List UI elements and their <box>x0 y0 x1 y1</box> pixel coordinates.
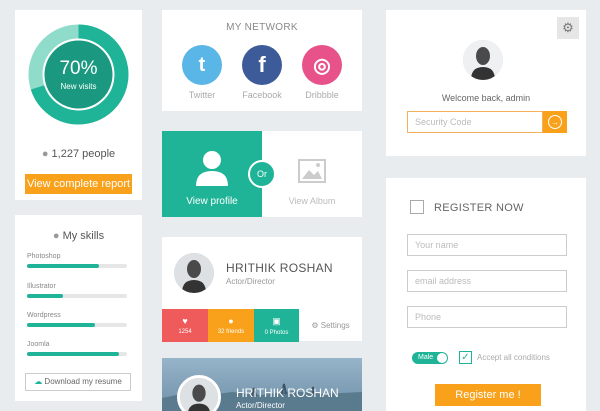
toggle-knob <box>437 353 447 363</box>
friends-stat[interactable]: ● 32 friends <box>208 309 254 342</box>
name-field[interactable]: Your name <box>407 234 567 256</box>
edit-icon <box>410 200 424 214</box>
profile-banner-card: HRITHIK ROSHAN Actor/Director <box>162 358 362 411</box>
people-count: ● 1,227 people <box>15 148 142 160</box>
login-card: ⚙ Welcome back, admin Security Code → <box>386 10 586 156</box>
photos-stat[interactable]: ▣ 0 Photos <box>254 309 299 342</box>
visits-subtitle: New visits <box>60 82 97 91</box>
avatar <box>463 40 503 80</box>
portrait-icon <box>174 253 214 293</box>
settings-label: Settings <box>320 321 350 330</box>
skill-bar-fill <box>27 294 63 298</box>
facebook-icon: f <box>242 45 282 85</box>
download-resume-label: Download my resume <box>44 377 122 386</box>
profile-role: Actor/Director <box>226 277 275 286</box>
heart-icon: ♥ <box>182 316 188 326</box>
network-facebook[interactable]: f Facebook <box>239 45 285 100</box>
skill-name: Joomla <box>27 341 50 348</box>
banner-name: HRITHIK ROSHAN <box>236 386 339 400</box>
skill-illustrator: Illustrator <box>27 283 127 298</box>
image-icon <box>298 159 326 183</box>
skill-bar <box>27 264 127 268</box>
profile-name: HRITHIK ROSHAN <box>226 261 333 275</box>
skill-name: Illustrator <box>27 283 56 290</box>
view-report-button[interactable]: View complete report <box>25 174 132 194</box>
accept-label: Accept all conditions <box>477 353 550 362</box>
user-icon: ● <box>228 316 234 326</box>
or-badge: Or <box>248 160 276 188</box>
portrait-icon <box>463 40 503 80</box>
gear-icon[interactable]: ⚙ <box>557 17 579 39</box>
accept-checkbox[interactable]: ✓ <box>459 351 472 364</box>
skill-name: Photoshop <box>27 253 61 260</box>
skills-title-text: My skills <box>62 230 105 242</box>
network-label: Twitter <box>188 90 216 100</box>
friends-count: 32 friends <box>217 329 245 335</box>
view-album-button[interactable]: View Album <box>262 131 362 217</box>
skill-bar-fill <box>27 352 119 356</box>
person-icon: ● <box>52 230 60 242</box>
cloud-download-icon: ☁ <box>34 377 43 386</box>
network-title: MY NETWORK <box>226 22 298 33</box>
skill-bar-fill <box>27 264 99 268</box>
person-icon: ● <box>41 148 49 160</box>
profile-card: HRITHIK ROSHAN Actor/Director ♥ 1254 ● 3… <box>162 237 362 342</box>
dribbble-icon: ◎ <box>302 45 342 85</box>
skill-bar-fill <box>27 323 95 327</box>
email-field[interactable]: email address <box>407 270 567 292</box>
network-label: Facebook <box>242 90 282 100</box>
register-card: REGISTER NOW Your name email address Pho… <box>386 178 586 411</box>
gender-toggle-label: Male <box>418 354 434 361</box>
view-album-label: View Album <box>288 196 336 206</box>
phone-field[interactable]: Phone <box>407 306 567 328</box>
welcome-message: Welcome back, admin <box>441 93 531 103</box>
visits-label: 70% New visits <box>28 24 129 125</box>
register-button[interactable]: Register me ! <box>435 384 541 406</box>
download-resume-button[interactable]: ☁ Download my resume <box>25 373 131 391</box>
gender-toggle[interactable]: Male <box>412 352 448 364</box>
visits-percent: 70% <box>59 58 98 79</box>
banner-role: Actor/Director <box>236 401 285 410</box>
security-code-input[interactable]: Security Code <box>407 111 543 133</box>
portrait-icon <box>180 378 218 411</box>
settings-link[interactable]: ⚙ Settings <box>299 309 362 342</box>
skill-photoshop: Photoshop <box>27 253 127 268</box>
skills-title: ● My skills <box>15 230 142 242</box>
visits-card: 70% New visits ● 1,227 people View compl… <box>15 10 142 200</box>
photos-count: 0 Photos <box>264 330 289 336</box>
people-count-text: 1,227 people <box>51 148 116 160</box>
view-profile-button[interactable]: View profile <box>162 131 262 217</box>
likes-count: 1254 <box>178 329 192 335</box>
register-title: REGISTER NOW <box>434 202 524 214</box>
gear-icon: ⚙ <box>311 321 319 330</box>
network-twitter[interactable]: t Twitter <box>179 45 225 100</box>
likes-stat[interactable]: ♥ 1254 <box>162 309 208 342</box>
skill-wordpress: Wordpress <box>27 312 127 327</box>
network-card: MY NETWORK t Twitter f Facebook ◎ Dribbb… <box>162 10 362 111</box>
skill-bar <box>27 352 127 356</box>
avatar <box>177 375 221 411</box>
skill-name: Wordpress <box>27 312 61 319</box>
arrow-right-icon: → <box>548 115 562 129</box>
image-icon: ▣ <box>272 316 281 326</box>
user-icon <box>196 151 228 186</box>
avatar <box>174 253 214 293</box>
skill-bar <box>27 323 127 327</box>
twitter-icon: t <box>182 45 222 85</box>
skill-joomla: Joomla <box>27 341 127 356</box>
view-switch-card: View profile View Album Or <box>162 131 362 217</box>
view-profile-label: View profile <box>186 196 238 207</box>
network-label: Dribbble <box>305 90 339 100</box>
skills-card: ● My skills Photoshop Illustrator Wordpr… <box>15 215 142 401</box>
submit-code-button[interactable]: → <box>543 111 567 133</box>
skill-bar <box>27 294 127 298</box>
network-dribbble[interactable]: ◎ Dribbble <box>299 45 345 100</box>
